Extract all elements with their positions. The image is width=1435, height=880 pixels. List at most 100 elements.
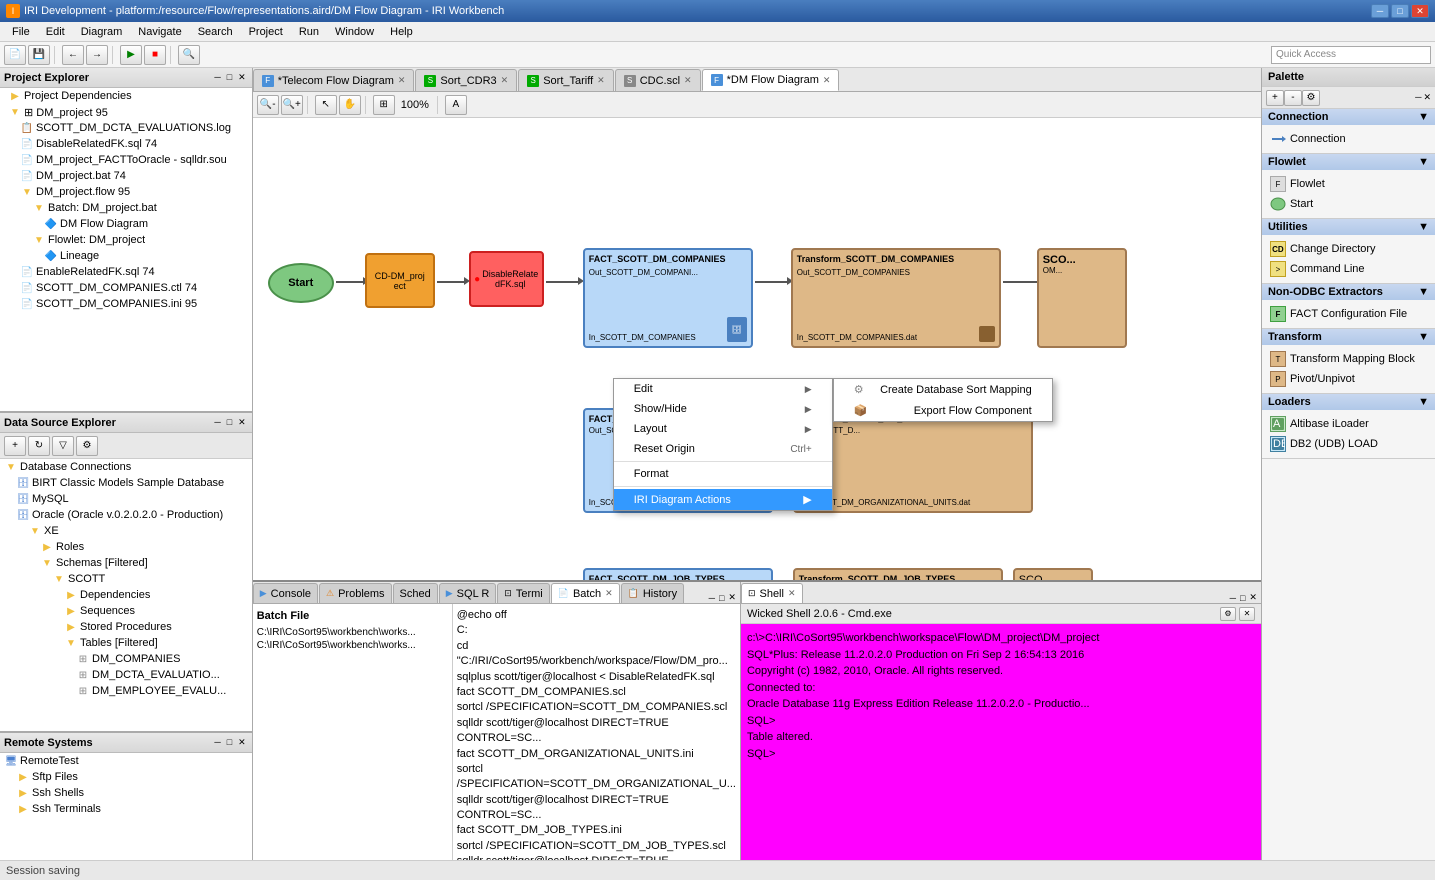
- close-shell-btn[interactable]: ✕: [1249, 592, 1257, 603]
- extractors-section-header[interactable]: Non-ODBC Extractors ▼: [1262, 284, 1435, 300]
- tab-console[interactable]: ▶ Console: [253, 583, 318, 603]
- ctx-reset-origin[interactable]: Reset OriginCtrl+: [614, 439, 832, 459]
- disable-relate-node[interactable]: ●DisableRelatedFK.sql: [469, 251, 544, 307]
- tree-item-dm-companies[interactable]: ⊞ DM_COMPANIES: [0, 651, 252, 667]
- menu-item-project[interactable]: Project: [241, 22, 291, 42]
- tree-item-dm-bat[interactable]: 📄 DM_project.bat 74: [0, 168, 252, 184]
- menu-item-search[interactable]: Search: [190, 22, 241, 42]
- menu-item-edit[interactable]: Edit: [38, 22, 73, 42]
- menu-item-help[interactable]: Help: [382, 22, 421, 42]
- tab-cdc-close[interactable]: ✕: [684, 75, 692, 86]
- ctx-format[interactable]: Format: [614, 464, 832, 484]
- minimize-rs-button[interactable]: ─: [212, 737, 222, 748]
- shell-tab-close[interactable]: ✕: [788, 588, 796, 599]
- tree-item-birt[interactable]: 🗄 BIRT Classic Models Sample Database: [0, 475, 252, 491]
- tab-dm-flow-close[interactable]: ✕: [823, 75, 831, 86]
- props-ds-button[interactable]: ⚙: [76, 436, 98, 456]
- palette-cd-item[interactable]: CD Change Directory: [1266, 239, 1431, 259]
- tree-item-disable-fk[interactable]: 📄 DisableRelatedFK.sql 74: [0, 136, 252, 152]
- palette-zoom-out[interactable]: -: [1284, 90, 1302, 106]
- tree-item-ssh-shells[interactable]: ▶ Ssh Shells: [0, 785, 252, 801]
- close-palette-btn[interactable]: ✕: [1423, 92, 1431, 103]
- tree-item-evaluations-log[interactable]: 📋 SCOTT_DM_DCTA_EVALUATIONS.log: [0, 120, 252, 136]
- quick-access-search[interactable]: Quick Access: [1271, 46, 1431, 64]
- ctx-show-hide[interactable]: Show/Hide▶: [614, 399, 832, 419]
- close-bottom-btn[interactable]: ✕: [728, 592, 736, 603]
- remote-controls[interactable]: ─ □ ✕: [212, 737, 247, 748]
- new-conn-button[interactable]: +: [4, 436, 26, 456]
- palette-connection-item[interactable]: Connection: [1266, 129, 1431, 149]
- select-button[interactable]: ↖: [315, 95, 337, 115]
- tab-termi[interactable]: ⊡ Termi: [497, 583, 549, 603]
- close-ds-button[interactable]: ✕: [236, 417, 248, 428]
- close-rs-button[interactable]: ✕: [236, 737, 248, 748]
- ctx-edit[interactable]: Edit▶: [614, 379, 832, 399]
- tree-item-companies-ctl[interactable]: 📄 SCOTT_DM_COMPANIES.ctl 74: [0, 280, 252, 296]
- back-button[interactable]: ←: [62, 45, 84, 65]
- start-node[interactable]: Start: [268, 263, 334, 303]
- tab-sort-tariff[interactable]: S Sort_Tariff ✕: [518, 69, 613, 91]
- menu-item-run[interactable]: Run: [291, 22, 327, 42]
- close-panel-button[interactable]: ✕: [236, 72, 248, 83]
- sco-job-node[interactable]: SCO... OB_TY...: [1013, 568, 1093, 580]
- new-button[interactable]: 📄: [4, 45, 26, 65]
- tab-cdc[interactable]: S CDC.scl ✕: [615, 69, 701, 91]
- palette-fact-item[interactable]: F FACT Configuration File: [1266, 304, 1431, 324]
- filter-ds-button[interactable]: ▽: [52, 436, 74, 456]
- utilities-section-header[interactable]: Utilities ▼: [1262, 219, 1435, 235]
- ctx-export-flow[interactable]: 📦 Export Flow Component: [834, 400, 1052, 421]
- shell-terminal[interactable]: c:\>C:\IRI\CoSort95\workbench\workspace\…: [741, 624, 1261, 860]
- palette-db2-item[interactable]: DB DB2 (UDB) LOAD: [1266, 434, 1431, 454]
- menu-item-window[interactable]: Window: [327, 22, 382, 42]
- tree-item-fact-oracle[interactable]: 📄 DM_project_FACTToOracle - sqlldr.sou: [0, 152, 252, 168]
- tree-item-ssh-terminals[interactable]: ▶ Ssh Terminals: [0, 801, 252, 817]
- tree-item-scott[interactable]: ▼ SCOTT: [0, 571, 252, 587]
- batch-tab-close[interactable]: ✕: [605, 588, 613, 599]
- save-button[interactable]: 💾: [28, 45, 50, 65]
- tab-telecom-flow[interactable]: F *Telecom Flow Diagram ✕: [253, 69, 415, 91]
- loaders-section-header[interactable]: Loaders ▼: [1262, 394, 1435, 410]
- tab-shell[interactable]: ⊡ Shell ✕: [741, 583, 803, 603]
- tree-item-roles[interactable]: ▶ Roles: [0, 539, 252, 555]
- project-explorer-controls[interactable]: ─ □ ✕: [212, 72, 247, 83]
- tab-sqlr[interactable]: ▶ SQL R: [439, 583, 497, 603]
- maximize-rs-button[interactable]: □: [225, 737, 234, 748]
- shell-tool-2[interactable]: ✕: [1239, 607, 1255, 621]
- transform-companies-node[interactable]: Transform_SCOTT_DM_COMPANIES Out_SCOTT_D…: [791, 248, 1001, 348]
- connection-section-header[interactable]: Connection ▼: [1262, 109, 1435, 125]
- maximize-button[interactable]: □: [1391, 4, 1409, 18]
- menu-item-navigate[interactable]: Navigate: [130, 22, 189, 42]
- align-button[interactable]: A: [445, 95, 467, 115]
- fact-job-types-node[interactable]: FACT_SCOTT_DM_JOB_TYPES Out_SCOTT_DM_JOB…: [583, 568, 773, 580]
- tree-item-mysql[interactable]: 🗄 MySQL: [0, 491, 252, 507]
- menu-item-diagram[interactable]: Diagram: [73, 22, 131, 42]
- maximize-shell-btn[interactable]: □: [1240, 593, 1245, 603]
- tree-item-remote-test[interactable]: 🖥 RemoteTest: [0, 753, 252, 769]
- tab-sort-tariff-close[interactable]: ✕: [597, 75, 605, 86]
- transform-job-types-node[interactable]: Transform_SCOTT_DM_JOB_TYPES Out_SCOTT_D…: [793, 568, 1003, 580]
- tab-dm-flow[interactable]: F *DM Flow Diagram ✕: [702, 69, 840, 91]
- palette-transform-mapping-item[interactable]: T Transform Mapping Block: [1266, 349, 1431, 369]
- tab-telecom-close[interactable]: ✕: [398, 75, 406, 86]
- refresh-ds-button[interactable]: ↻: [28, 436, 50, 456]
- tree-item-batch[interactable]: ▼ Batch: DM_project.bat: [0, 200, 252, 216]
- search-button[interactable]: 🔍: [178, 45, 200, 65]
- ctx-create-db-sort[interactable]: ⚙ Create Database Sort Mapping: [834, 379, 1052, 400]
- tree-item-schemas[interactable]: ▼ Schemas [Filtered]: [0, 555, 252, 571]
- maximize-ds-button[interactable]: □: [225, 417, 234, 428]
- shell-tool-1[interactable]: ⚙: [1220, 607, 1236, 621]
- close-button[interactable]: ✕: [1411, 4, 1429, 18]
- transform-section-header[interactable]: Transform ▼: [1262, 329, 1435, 345]
- tree-item-companies-ini[interactable]: 📄 SCOTT_DM_COMPANIES.ini 95: [0, 296, 252, 312]
- tab-sort-cdr3-close[interactable]: ✕: [501, 75, 509, 86]
- tree-item-tables[interactable]: ▼ Tables [Filtered]: [0, 635, 252, 651]
- minimize-button[interactable]: ─: [1371, 4, 1389, 18]
- tab-batch[interactable]: 📄 Batch ✕: [551, 583, 620, 603]
- forward-button[interactable]: →: [86, 45, 108, 65]
- maximize-bottom-btn[interactable]: □: [719, 593, 724, 603]
- zoom-in-button[interactable]: 🔍+: [281, 95, 303, 115]
- tree-item-lineage[interactable]: 🔷 Lineage: [0, 248, 252, 264]
- palette-cmdline-item[interactable]: > Command Line: [1266, 259, 1431, 279]
- palette-flowlet-item[interactable]: F Flowlet: [1266, 174, 1431, 194]
- titlebar-controls[interactable]: ─ □ ✕: [1371, 4, 1429, 18]
